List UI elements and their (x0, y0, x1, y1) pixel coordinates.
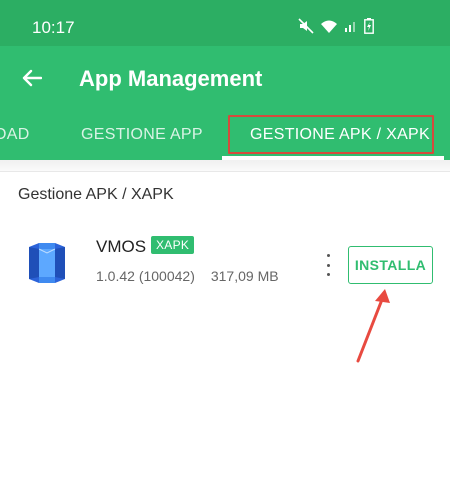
back-button[interactable] (16, 62, 48, 94)
app-size: 317,09 MB (210, 268, 279, 284)
header-divider (0, 160, 450, 172)
arrow-left-icon (22, 69, 42, 87)
status-bar: 10:17 (0, 0, 450, 46)
app-version: 1.0.42 (100042) (96, 268, 195, 284)
wifi-icon (320, 19, 338, 34)
vmos-app-icon (25, 241, 69, 285)
app-meta: 1.0.42 (100042) 317,09 MB (96, 268, 279, 284)
annotation-arrow (356, 289, 390, 363)
section-title: Gestione APK / XAPK (18, 186, 174, 203)
app-bar: App Management (0, 46, 450, 112)
page-title: App Management (79, 66, 263, 91)
tab-bar: OAD GESTIONE APP GESTIONE APK / XAPK (0, 112, 450, 160)
app-name: VMOS (96, 237, 147, 256)
status-icons (298, 18, 374, 34)
install-button[interactable]: INSTALLA (348, 246, 433, 284)
tab-gestione-app[interactable]: GESTIONE APP (81, 126, 203, 144)
annotation-highlight-box (228, 115, 434, 154)
status-time: 10:17 (32, 18, 75, 37)
battery-charging-icon (364, 18, 374, 34)
app-type-badge: XAPK (151, 236, 195, 254)
signal-icon (344, 19, 358, 33)
more-vert-icon[interactable] (320, 254, 336, 276)
tab-download[interactable]: OAD (0, 126, 30, 144)
mute-icon (298, 18, 314, 34)
